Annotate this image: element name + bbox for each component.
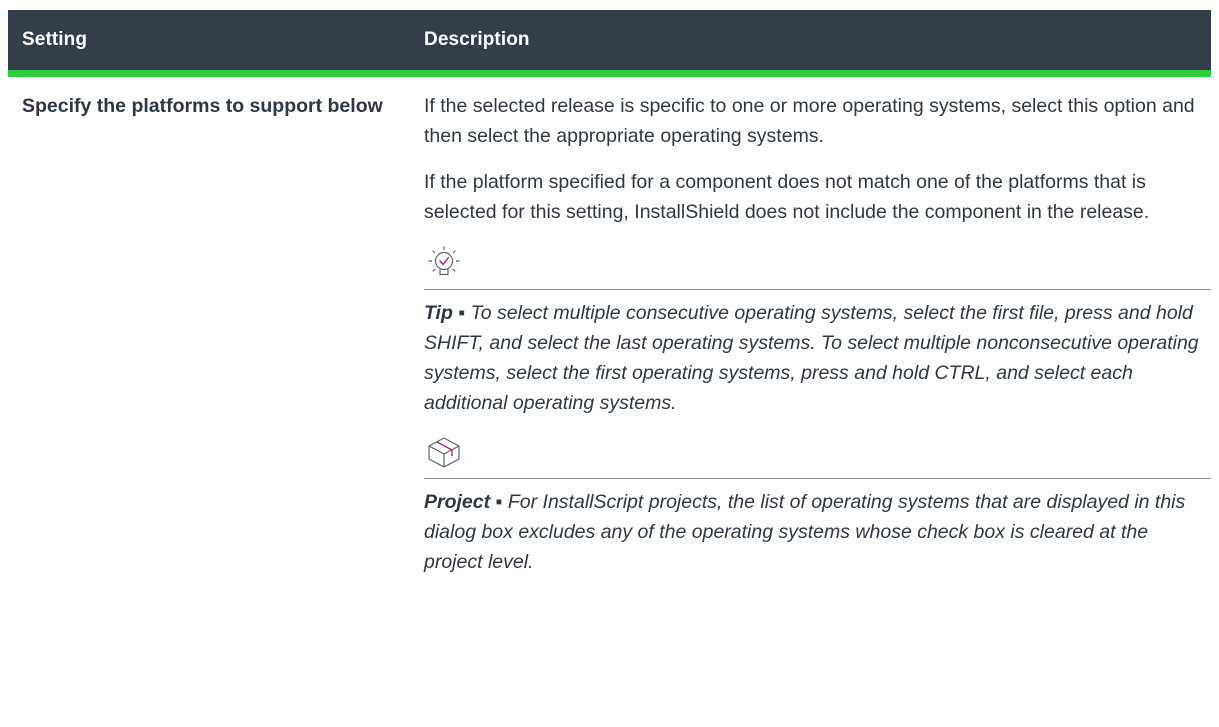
setting-name: Specify the platforms to support below [22,95,383,117]
settings-table: Setting Description Specify the platform… [8,10,1211,591]
box-package-icon [428,437,460,468]
project-note: Project ▪ For InstallScript projects, th… [424,478,1211,577]
description-paragraph-2: If the platform specified for a componen… [424,171,1150,223]
table-header: Setting Description [8,10,1211,77]
tip-note: Tip ▪ To select multiple consecutive ope… [424,289,1211,418]
table-row: Specify the platforms to support below I… [8,77,1211,591]
description-paragraph-1: If the selected release is specific to o… [424,95,1195,147]
tip-label: Tip ▪ [424,302,466,324]
header-setting: Setting [22,29,88,50]
setting-description: If the selected release is specific to o… [416,91,1211,591]
lightbulb-check-icon [428,246,460,276]
project-text: For InstallScript projects, the list of … [424,491,1186,573]
header-description: Description [424,29,530,50]
project-label: Project ▪ [424,491,503,513]
tip-text: To select multiple consecutive operating… [424,302,1199,414]
